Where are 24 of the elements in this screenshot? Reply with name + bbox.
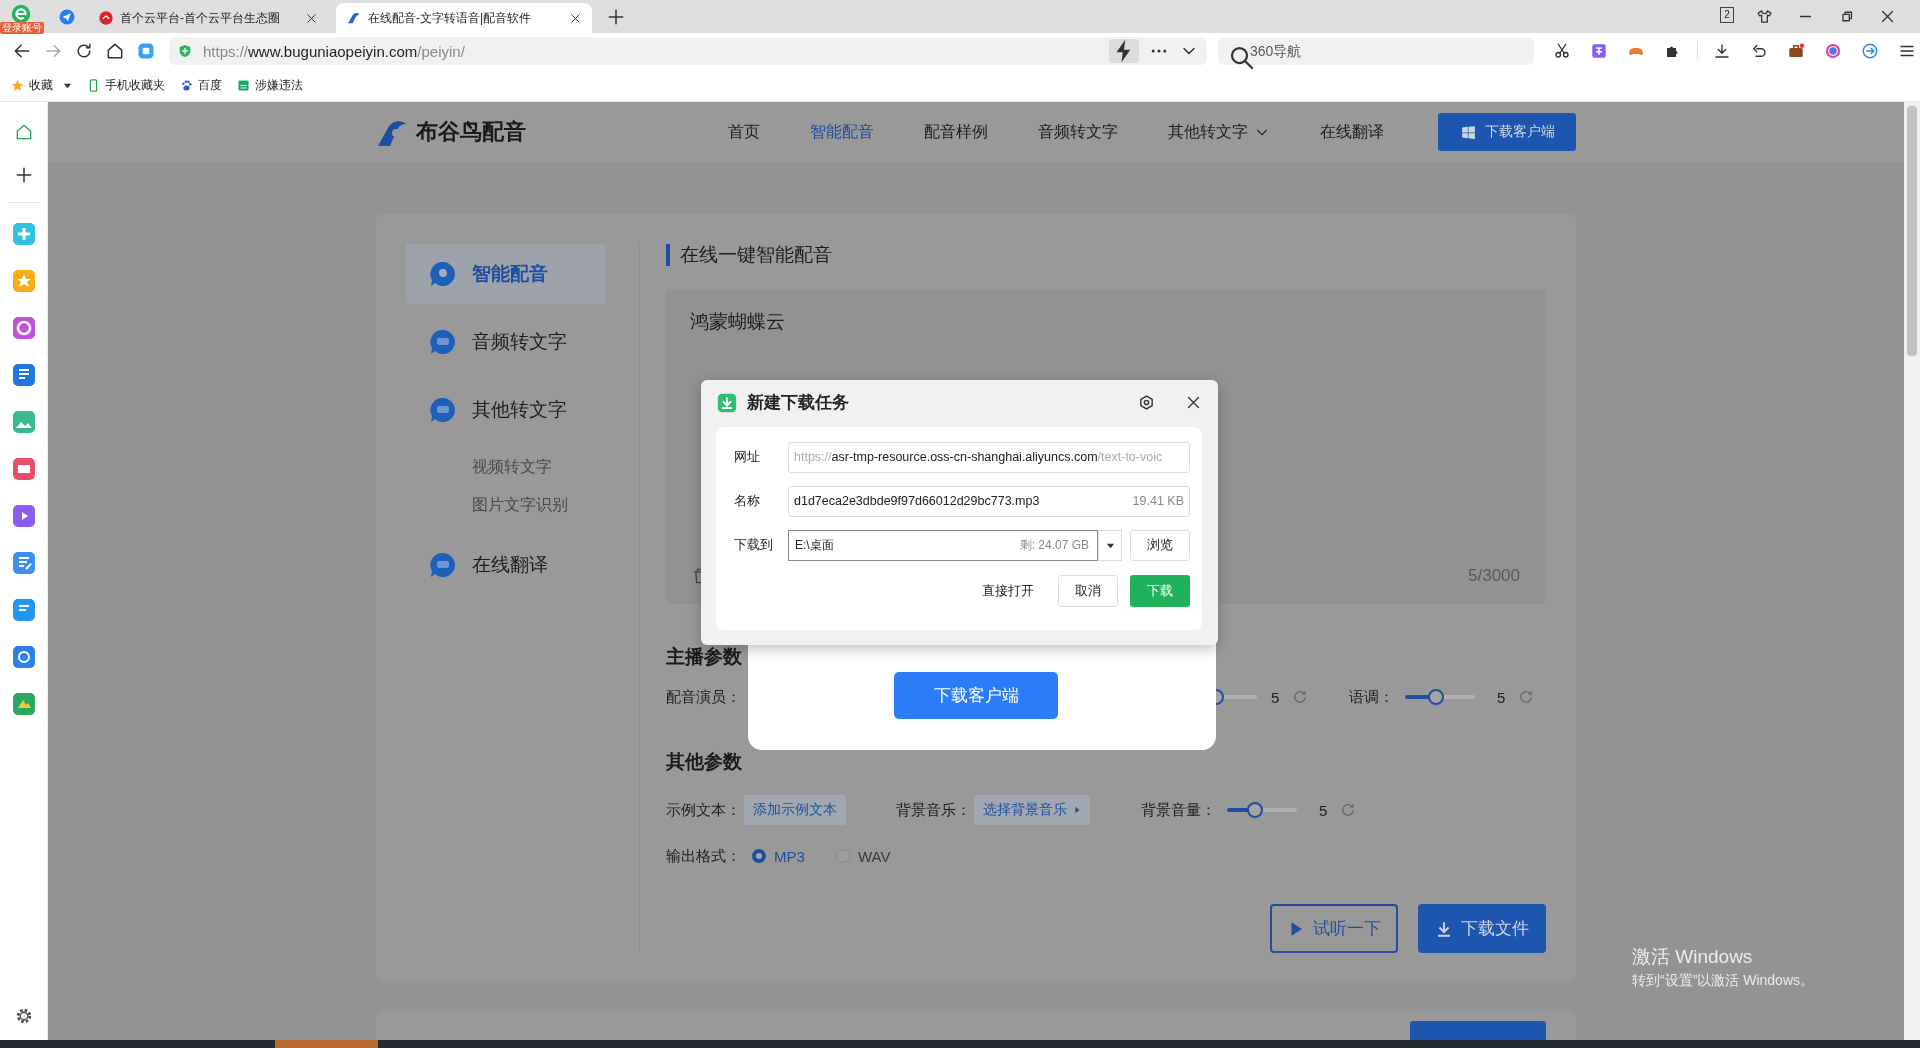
slider-value: 5 [1319,801,1329,819]
field-label: 语调： [1349,687,1395,707]
dialog-title: 新建下载任务 [747,392,849,414]
entered-text: 鸿蒙蝴蝶云 [690,311,785,332]
activation-notice: 激活 Windows [1632,945,1754,969]
slider-value: 5 [1271,688,1281,706]
tab-title: 在线配音-文字转语音|配音软件 [368,9,533,27]
field-label: 输出格式： [666,846,742,866]
group-title: 主播参数 [666,645,743,669]
field-label: 网址 [734,448,761,466]
field-label: 名称 [734,492,761,510]
section-title: 在线一键智能配音 [666,244,1546,266]
field-label: 背景音乐： [896,800,972,820]
tab-title: 首个云平台-首个云平台生态圈 [120,9,281,27]
file-size: 19.41 KB [1132,494,1184,508]
free-space: 剩: 24.07 GB [1019,536,1089,554]
field-label: 背景音量： [1141,800,1217,820]
group-title: 其他参数 [666,750,743,774]
field-label: 下载到 [734,536,774,554]
character-counter: 5/3000 [1468,566,1520,586]
slider-value: 5 [1497,688,1507,706]
activation-notice: 转到“设置”以激活 Windows。 [1632,972,1814,990]
field-label: 示例文本： [666,800,742,820]
field-label: 配音演员： [666,687,742,707]
